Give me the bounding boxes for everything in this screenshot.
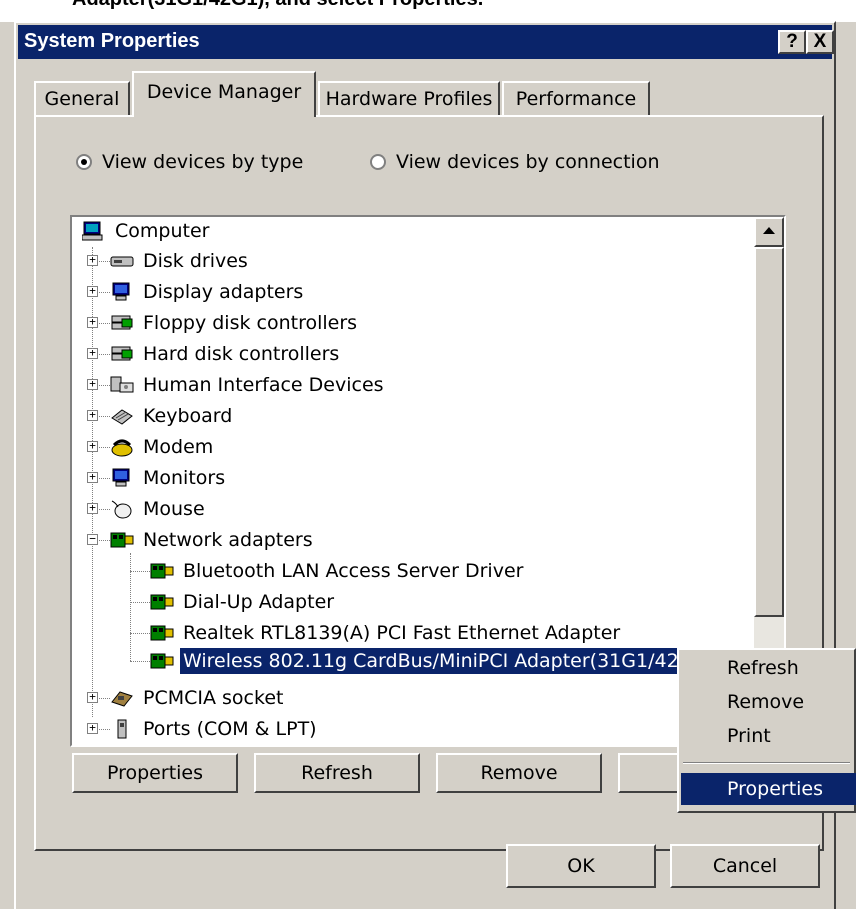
expand-icon[interactable]: +	[87, 471, 98, 483]
network-adapter-icon	[110, 530, 134, 550]
tree-item-dial-up-adapter[interactable]: Dial-Up Adapter	[150, 588, 337, 616]
modem-icon	[110, 437, 134, 457]
view-by-connection-label: View devices by connection	[396, 151, 660, 173]
tree-item-computer[interactable]: Computer	[81, 217, 212, 245]
keyboard-icon	[110, 406, 134, 426]
network-adapter-icon	[150, 592, 174, 612]
caption-text: Adapter(31G1/42G1), and select Propertie…	[72, 0, 483, 11]
tree-item-bluetooth-lan[interactable]: Bluetooth LAN Access Server Driver	[150, 557, 526, 585]
tab-hardware-profiles[interactable]: Hardware Profiles	[318, 81, 500, 117]
expand-icon[interactable]: +	[87, 691, 98, 703]
view-by-type-label: View devices by type	[102, 151, 304, 173]
tree-item-label: Hard disk controllers	[143, 343, 340, 365]
network-adapter-icon	[150, 623, 174, 643]
display-adapter-icon	[110, 282, 134, 302]
ok-button[interactable]: OK	[506, 844, 656, 888]
expand-icon[interactable]: +	[87, 440, 98, 452]
expand-icon[interactable]: +	[87, 722, 98, 734]
tree-item-disk-drives[interactable]: Disk drives	[110, 247, 251, 275]
tree-item-label: Display adapters	[143, 281, 304, 303]
tree-item-human-interface-devices[interactable]: Human Interface Devices	[110, 371, 387, 399]
network-adapter-icon	[150, 561, 174, 581]
scroll-thumb[interactable]	[754, 247, 784, 617]
expand-icon[interactable]: +	[87, 347, 98, 359]
mouse-icon	[110, 499, 134, 519]
tree-item-label: Ports (COM & LPT)	[143, 718, 317, 740]
disk-drive-icon	[110, 251, 134, 271]
tree-item-ports[interactable]: Ports (COM & LPT)	[110, 715, 320, 743]
menu-item-refresh[interactable]: Refresh	[681, 652, 856, 684]
radio-selected-icon	[76, 154, 92, 170]
tree-item-label: Modem	[143, 436, 214, 458]
view-by-type-radio[interactable]: View devices by type	[76, 151, 303, 173]
tree-item-monitors[interactable]: Monitors	[110, 464, 228, 492]
tree-item-label: PCMCIA socket	[143, 687, 284, 709]
refresh-button[interactable]: Refresh	[254, 753, 420, 793]
properties-button[interactable]: Properties	[72, 753, 238, 793]
menu-item-properties[interactable]: Properties	[681, 773, 856, 805]
tree-item-modem[interactable]: Modem	[110, 433, 216, 461]
tab-device-manager[interactable]: Device Manager	[132, 71, 316, 117]
floppy-controller-icon	[110, 313, 134, 333]
network-adapter-icon	[150, 651, 174, 671]
remove-button[interactable]: Remove	[436, 753, 602, 793]
tree-item-floppy-disk-controllers[interactable]: Floppy disk controllers	[110, 309, 360, 337]
tree-item-label: Monitors	[143, 467, 226, 489]
tree-item-display-adapters[interactable]: Display adapters	[110, 278, 306, 306]
tree-item-mouse[interactable]: Mouse	[110, 495, 208, 523]
title-bar[interactable]: System Properties ? X	[18, 25, 834, 59]
hid-icon	[110, 375, 134, 395]
radio-unselected-icon	[370, 154, 386, 170]
instruction-caption: Adapter(31G1/42G1), and select Propertie…	[0, 0, 856, 22]
tree-item-realtek-adapter[interactable]: Realtek RTL8139(A) PCI Fast Ethernet Ada…	[150, 619, 623, 647]
tree-item-label: Bluetooth LAN Access Server Driver	[183, 560, 524, 582]
tree-item-label: Network adapters	[143, 529, 313, 551]
view-by-connection-radio[interactable]: View devices by connection	[370, 151, 660, 173]
expand-icon[interactable]: +	[87, 409, 98, 421]
tree-item-hard-disk-controllers[interactable]: Hard disk controllers	[110, 340, 342, 368]
tree-item-label: Human Interface Devices	[143, 374, 384, 396]
tree-item-wireless-adapter[interactable]: Wireless 802.11g CardBus/MiniPCI Adapter…	[150, 647, 716, 675]
cancel-button[interactable]: Cancel	[670, 844, 820, 888]
tree-item-label: Mouse	[143, 498, 205, 520]
pcmcia-icon	[110, 688, 134, 708]
tab-performance[interactable]: Performance	[502, 81, 650, 117]
menu-separator	[683, 762, 850, 764]
computer-icon	[81, 221, 106, 241]
tree-item-keyboard[interactable]: Keyboard	[110, 402, 235, 430]
tree-item-label: Wireless 802.11g CardBus/MiniPCI Adapter…	[180, 648, 716, 674]
close-button[interactable]: X	[806, 30, 834, 54]
tree-item-label: Computer	[115, 220, 210, 242]
menu-item-print[interactable]: Print	[681, 720, 856, 752]
tree-item-pcmcia-socket[interactable]: PCMCIA socket	[110, 684, 286, 712]
tree-item-label: Floppy disk controllers	[143, 312, 358, 334]
expand-icon[interactable]: +	[87, 378, 98, 390]
scroll-up-button[interactable]	[754, 217, 784, 247]
expand-icon[interactable]: +	[87, 254, 98, 266]
tree-item-label: Keyboard	[143, 405, 233, 427]
tree-item-network-adapters[interactable]: Network adapters	[110, 526, 316, 554]
tab-general[interactable]: General	[34, 81, 130, 117]
window-title: System Properties	[24, 30, 200, 52]
port-icon	[110, 719, 134, 739]
hard-disk-controller-icon	[110, 344, 134, 364]
tree-item-label: Dial-Up Adapter	[183, 591, 335, 613]
collapse-icon[interactable]: −	[87, 533, 98, 545]
tree-item-label: Disk drives	[143, 250, 248, 272]
monitor-icon	[110, 468, 134, 488]
context-menu: Refresh Remove Print Properties	[677, 648, 856, 813]
expand-icon[interactable]: +	[87, 316, 98, 328]
expand-icon[interactable]: +	[87, 502, 98, 514]
help-button[interactable]: ?	[778, 30, 806, 54]
menu-item-remove[interactable]: Remove	[681, 686, 856, 718]
tree-item-label: Realtek RTL8139(A) PCI Fast Ethernet Ada…	[183, 622, 621, 644]
expand-icon[interactable]: +	[87, 285, 98, 297]
